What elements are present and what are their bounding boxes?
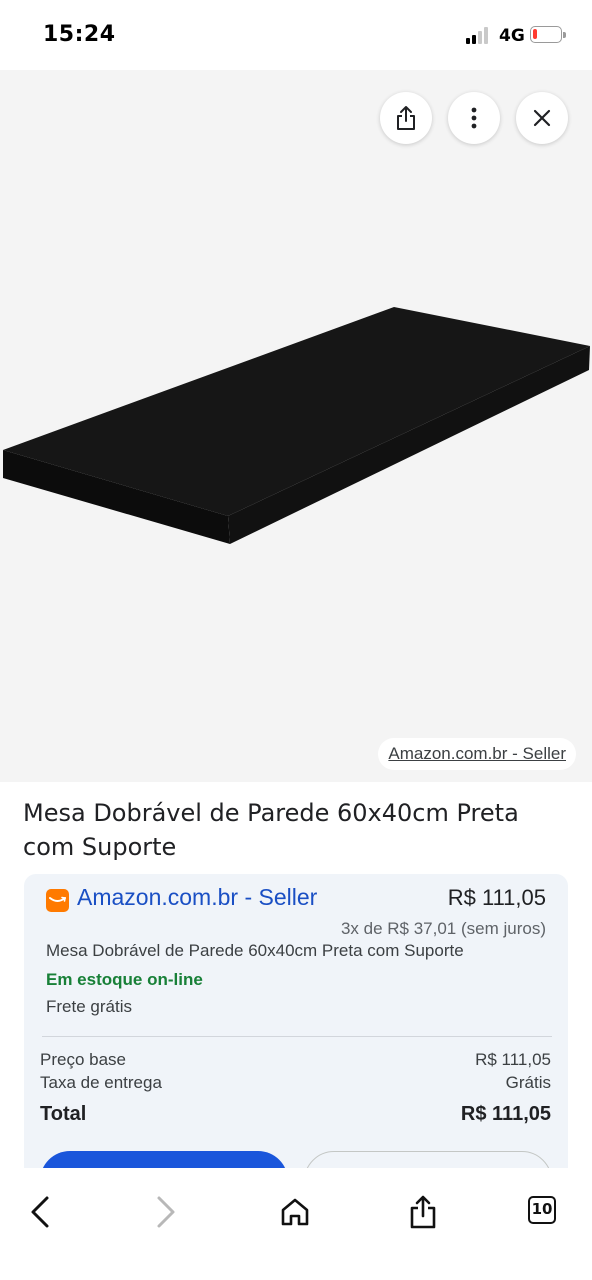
close-viewer-button[interactable]: [516, 92, 568, 144]
shipping-info: Frete grátis: [46, 997, 132, 1016]
seller-name-link[interactable]: Amazon.com.br - Seller: [77, 884, 317, 911]
signal-icon: [466, 27, 492, 44]
installments-text: 3x de R$ 37,01 (sem juros): [340, 919, 546, 938]
home-icon: [281, 1198, 309, 1226]
tabs-count: 10: [528, 1196, 556, 1224]
browser-bottom-bar: 10: [0, 1168, 592, 1280]
delivery-fee-value: Grátis: [505, 1073, 551, 1092]
image-source-link[interactable]: Amazon.com.br - Seller: [378, 738, 576, 770]
chevron-right-icon: [157, 1196, 175, 1228]
divider: [42, 1036, 552, 1037]
status-bar: 15:24 4G: [0, 0, 592, 70]
share-icon: [397, 106, 415, 130]
product-image-viewer[interactable]: Amazon.com.br - Seller: [0, 70, 592, 782]
stock-status: Em estoque on-line: [46, 970, 203, 989]
offer-card[interactable]: Amazon.com.br - Seller R$ 111,05 3x de R…: [24, 874, 568, 1211]
status-time: 15:24: [43, 22, 116, 47]
chevron-left-icon: [31, 1196, 49, 1228]
offer-price: R$ 111,05: [447, 885, 546, 910]
delivery-fee-label: Taxa de entrega: [40, 1073, 162, 1092]
network-type: 4G: [499, 26, 525, 46]
more-vert-icon: [471, 107, 477, 129]
offer-description: Mesa Dobrável de Parede 60x40cm Preta co…: [46, 941, 464, 960]
share-icon: [410, 1195, 436, 1229]
base-price-value: R$ 111,05: [475, 1050, 551, 1069]
base-price-label: Preço base: [40, 1050, 126, 1069]
product-image: [3, 307, 590, 544]
share-image-button[interactable]: [380, 92, 432, 144]
back-button[interactable]: [10, 1182, 70, 1242]
total-label: Total: [40, 1103, 87, 1125]
amazon-logo-icon: [46, 889, 69, 912]
close-icon: [533, 109, 551, 127]
share-page-button[interactable]: [393, 1182, 453, 1242]
product-title: Mesa Dobrável de Parede 60x40cm Preta co…: [23, 799, 519, 861]
total-value: R$ 111,05: [460, 1103, 551, 1125]
more-options-button[interactable]: [448, 92, 500, 144]
home-button[interactable]: [265, 1182, 325, 1242]
battery-icon: [530, 26, 566, 43]
tabs-button[interactable]: 10: [521, 1182, 581, 1242]
forward-button[interactable]: [136, 1182, 196, 1242]
